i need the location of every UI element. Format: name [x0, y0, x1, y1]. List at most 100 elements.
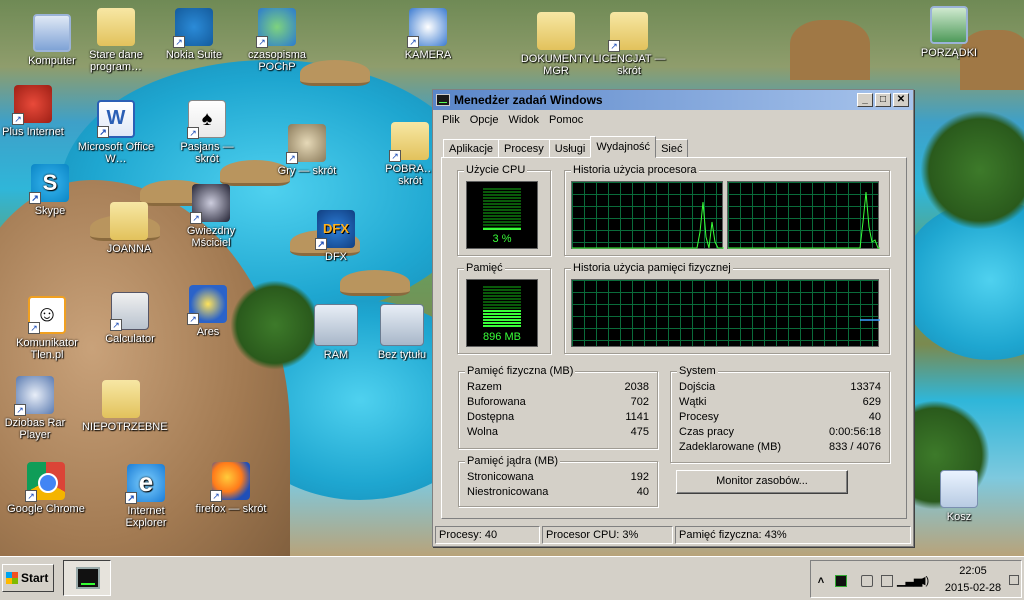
physical-memory-group: Pamięć fizyczna (MB) Razem 2038 Buforowan… [458, 365, 658, 449]
menu-opcje[interactable]: Opcje [465, 114, 504, 126]
menu-widok[interactable]: Widok [503, 114, 544, 126]
desktop-icon-stare-dane[interactable]: Stare dane program… [77, 8, 155, 73]
signal-strength-icon[interactable]: ▁▃▅ [897, 575, 922, 587]
desktop-icon-porzadki[interactable]: PORZĄDKI [910, 6, 988, 59]
desktop-icon-pasjans[interactable]: ♠ ↗ Pasjans — skrót [168, 100, 246, 165]
desktop-icon-label: POBRA… skrót [385, 163, 435, 187]
desktop-icon-label: Bez tytułu [377, 349, 427, 361]
desktop-icon-plus-internet[interactable]: ↗ Plus Internet [0, 85, 72, 138]
maximize-button[interactable]: □ [875, 93, 891, 107]
image-thumbnail-icon [314, 304, 358, 346]
tab-procesy[interactable]: Procesy [498, 139, 550, 158]
desktop-icon-niepotrzebne[interactable]: NIEPOTRZEBNE [82, 380, 168, 433]
desktop-icon-firefox[interactable]: ↗ firefox — skrót [192, 462, 270, 515]
clock-time[interactable]: 22:05 [939, 565, 1007, 577]
system-row: Zadeklarowane (MB) 833 / 4076 [679, 441, 881, 455]
battery-icon[interactable] [881, 575, 893, 587]
desktop-icon-google-chrome[interactable]: ↗ Google Chrome [7, 462, 85, 515]
title-bar[interactable]: Menedżer zadań Windows _ □ ✕ [433, 90, 913, 110]
desktop-icon-kosz[interactable]: Kosz [920, 470, 998, 523]
wallpaper-umbrella [340, 270, 410, 296]
close-button[interactable]: ✕ [893, 93, 909, 107]
task-manager-icon [436, 94, 450, 106]
tab-siec[interactable]: Sieć [655, 139, 689, 158]
memory-meter-fill [483, 310, 521, 328]
shortcut-arrow-icon: ↗ [608, 40, 620, 52]
desktop-icon-label: PORZĄDKI [920, 47, 978, 59]
desktop-icon-gry[interactable]: ↗ Gry — skrót [268, 124, 346, 177]
cpu-usage-group: Użycie CPU 3 % [457, 164, 551, 256]
taskbar-task-manager[interactable] [63, 560, 111, 596]
row-key: Dostępna [467, 411, 515, 423]
start-button[interactable]: Start [2, 564, 54, 592]
volume-icon[interactable]: ◀) [917, 575, 929, 587]
desktop-icon-dokumenty-mgr[interactable]: DOKUMENTY MGR [517, 12, 595, 77]
desktop-icon-ares[interactable]: ↗ Ares [169, 285, 247, 338]
shortcut-arrow-icon: ↗ [256, 36, 268, 48]
row-value: 1141 [625, 411, 649, 423]
chrome-icon: ↗ [25, 462, 65, 502]
desktop-icon-label: Microsoft Office W… [77, 141, 155, 165]
camera-icon: ↗ [407, 8, 447, 48]
physical-memory-row: Razem 2038 [467, 381, 649, 395]
wallpaper-hut [790, 20, 870, 80]
safely-remove-icon[interactable] [861, 575, 873, 587]
desktop-icon-kamera[interactable]: ↗ KAMERA [389, 8, 467, 61]
menu-pomoc[interactable]: Pomoc [544, 114, 588, 126]
desktop-icon-label: RAM [323, 349, 349, 361]
minimize-button[interactable]: _ [857, 93, 873, 107]
show-hidden-icons-icon[interactable]: ˄ [815, 575, 827, 587]
desktop-icon-label: czasopisma POChP [247, 49, 307, 73]
shortcut-arrow-icon: ↗ [210, 490, 222, 502]
word-icon: W ↗ [97, 100, 135, 138]
pdf-folder-icon [102, 380, 140, 418]
memory-group: Pamięć 896 MB [457, 262, 551, 354]
cpu-history-label: Historia użycia procesora [571, 164, 699, 176]
desktop-icon-label: Komunikator Tlen.pl [16, 337, 78, 361]
shortcut-arrow-icon: ↗ [25, 490, 37, 502]
skype-icon: S ↗ [29, 164, 69, 204]
row-value: 40 [868, 411, 881, 423]
resource-monitor-button[interactable]: Monitor zasobów... [676, 470, 848, 494]
system-row: Wątki 629 [679, 396, 881, 410]
task-manager-window: Menedżer zadań Windows _ □ ✕ Plik Opcje … [432, 89, 914, 547]
menu-plik[interactable]: Plik [437, 114, 465, 126]
desktop-icon-dziobas-rar-player[interactable]: ↗ Dziobas Rar Player [0, 376, 74, 441]
cpu-usage-value: 3 % [492, 233, 512, 245]
desktop-icon-bez-tytulu[interactable]: Bez tytułu [372, 304, 432, 361]
desktop-icon-label: Google Chrome [7, 503, 85, 515]
desktop-icon-internet-explorer[interactable]: e ↗ Internet Explorer [107, 464, 185, 529]
game-icon: ↗ [190, 184, 230, 224]
row-key: Dojścia [679, 381, 716, 393]
desktop-icon-gwiezdny-msciciel[interactable]: ↗ Gwiezdny Mściciel [172, 184, 250, 249]
tab-aplikacje[interactable]: Aplikacje [443, 139, 500, 158]
cpu-history-line-core1 [572, 201, 724, 249]
desktop-icon-skype[interactable]: S ↗ Skype [11, 164, 89, 217]
desktop-icon-label: Pasjans — skrót [180, 141, 234, 165]
calculator-icon: ↗ [110, 292, 149, 331]
desktop-icon-dfx[interactable]: DFX ↗ DFX [297, 210, 375, 263]
keyboard-layout-icon[interactable] [1009, 575, 1019, 585]
physical-memory-label: Pamięć fizyczna (MB) [465, 365, 576, 377]
tab-uslugi[interactable]: Usługi [548, 139, 592, 158]
desktop-icon-ram[interactable]: RAM [297, 304, 375, 361]
tab-wydajnosc[interactable]: Wydajność [590, 136, 657, 158]
desktop-icon-licencjat[interactable]: ↗ LICENCJAT — skrót [590, 12, 668, 77]
physical-memory-row: Wolna 475 [467, 426, 649, 440]
row-value: 13374 [850, 381, 881, 393]
desktop-icon-calculator[interactable]: ↗ Calculator [91, 292, 169, 345]
desktop-icon-joanna[interactable]: JOANNA [90, 202, 168, 255]
row-key: Wątki [679, 396, 707, 408]
desktop-icon-pobrane[interactable]: ↗ POBRA… skrót [384, 122, 436, 187]
clock-date[interactable]: 2015-02-28 [939, 582, 1007, 594]
cpu-history-line-core2 [728, 191, 880, 249]
task-manager-tray-icon[interactable] [835, 575, 847, 587]
desktop-icon-tlen[interactable]: ☺ ↗ Komunikator Tlen.pl [8, 296, 86, 361]
desktop-icon-label: Komputer [28, 55, 76, 67]
desktop-icon-nokia-suite[interactable]: ↗ Nokia Suite [155, 8, 233, 61]
desktop-icon-label: Kosz [946, 511, 972, 523]
desktop-icon-czasopisma[interactable]: ↗ czasopisma POChP [238, 8, 316, 73]
folder-icon: ↗ [389, 122, 429, 162]
desktop-icon-word[interactable]: W ↗ Microsoft Office W… [77, 100, 155, 165]
status-cpu: Procesor CPU: 3% [542, 526, 673, 544]
